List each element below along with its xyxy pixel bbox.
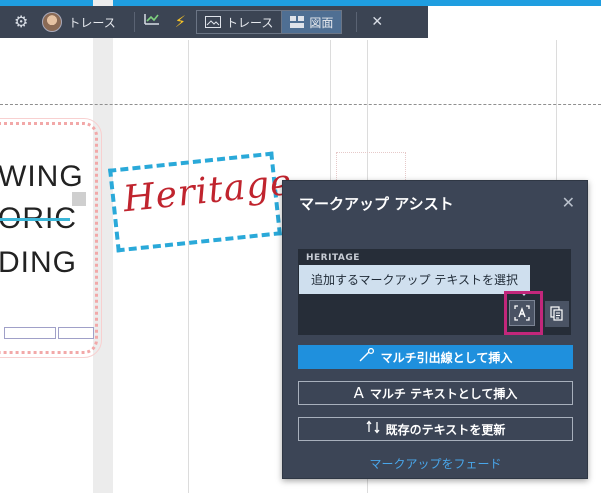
- drawing-text-line-3: DING: [0, 246, 77, 279]
- tooltip: 追加するマークアップ テキストを選択: [299, 265, 530, 294]
- image-icon: [204, 16, 221, 28]
- revision-cloud: [0, 122, 98, 354]
- lightning-icon[interactable]: ⚡: [175, 6, 186, 38]
- insert-multi-text-button[interactable]: A マルチ テキストとして挿入: [298, 381, 573, 405]
- layout-icon: [290, 16, 305, 28]
- drawing-text-line-1: WING: [0, 160, 84, 193]
- update-existing-text-label: 既存のテキストを更新: [385, 422, 506, 437]
- markup-text-value: HERITAGE: [306, 253, 360, 263]
- dashed-centerline: [0, 104, 601, 105]
- chart-check-icon[interactable]: [143, 6, 161, 38]
- strikethrough-markup: [0, 218, 70, 221]
- text-A-icon: A: [353, 384, 364, 402]
- table-cell-outline: [58, 327, 94, 339]
- toolbar-divider: [133, 12, 135, 32]
- close-icon[interactable]: ✕: [371, 6, 383, 38]
- tab-drawing[interactable]: 図面: [281, 11, 342, 33]
- close-icon[interactable]: ✕: [562, 193, 575, 212]
- handwritten-markup-stamp[interactable]: Heritage: [108, 151, 294, 253]
- toolbar-divider: [356, 12, 358, 32]
- tab-trace-label: トレース: [225, 15, 274, 30]
- view-toggle: トレース 図面: [195, 10, 343, 34]
- panel-title: マークアップ アシスト: [299, 195, 454, 213]
- grip-marker: [72, 192, 86, 206]
- tab-trace[interactable]: トレース: [197, 11, 281, 33]
- grid-line: [556, 40, 557, 180]
- copy-button[interactable]: [545, 301, 569, 327]
- gear-icon[interactable]: ⚙: [14, 6, 28, 38]
- update-icon: [366, 420, 380, 438]
- table-cell-outline: [4, 327, 56, 339]
- tab-drawing-label: 図面: [309, 15, 334, 30]
- insert-multi-leader-label: マルチ引出線として挿入: [380, 350, 513, 365]
- grid-line: [188, 40, 189, 493]
- insert-multi-leader-button[interactable]: マルチ引出線として挿入: [298, 345, 573, 369]
- update-existing-text-button[interactable]: 既存のテキストを更新: [298, 417, 573, 441]
- leader-icon: [359, 347, 375, 366]
- grid-line: [330, 40, 331, 180]
- copy-icon: [550, 306, 563, 321]
- fade-markup-link[interactable]: マークアップをフェード: [298, 455, 573, 472]
- handwritten-markup-text: Heritage: [121, 161, 295, 221]
- trace-toolbar: ⚙ トレース ⚡ トレース 図面 ✕: [0, 6, 428, 38]
- trace-label[interactable]: トレース: [68, 14, 115, 31]
- highlight-box: [504, 291, 543, 335]
- markup-assist-panel: マークアップ アシスト ✕ HERITAGE 追加するマークアップ テキストを選…: [282, 180, 588, 479]
- avatar[interactable]: [42, 12, 63, 32]
- insert-multi-text-label: マルチ テキストとして挿入: [369, 386, 518, 401]
